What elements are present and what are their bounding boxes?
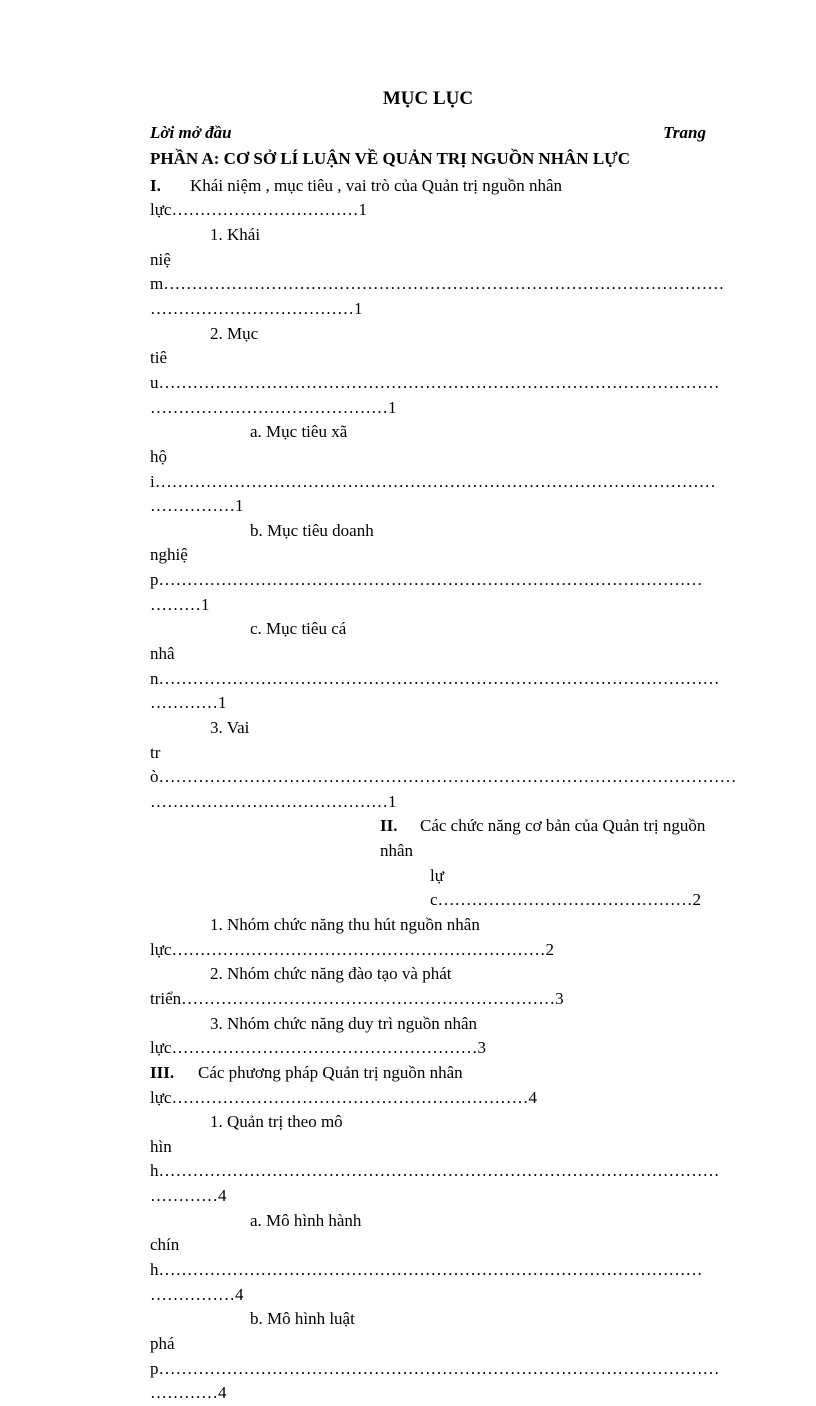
sub-am-line1: chính…………………………………………………………………………………… bbox=[150, 1233, 706, 1282]
item-quan-tri-head: 1. Quản trị theo mô bbox=[150, 1110, 706, 1135]
item-khai-niem-line1: niệm……………………………………………………………………………………… bbox=[150, 248, 706, 297]
item-quan-tri-line2: …………4 bbox=[150, 1184, 706, 1209]
item-nhom-3-head: 3. Nhóm chức năng duy trì nguồn nhân bbox=[150, 1012, 706, 1037]
header-right: Trang bbox=[663, 121, 706, 146]
item-vai-tro-head: 3. Vai bbox=[150, 716, 706, 741]
toc-section-i: I.Khái niệm , mục tiêu , vai trò của Quả… bbox=[150, 174, 706, 199]
sub-c-head: c. Mục tiêu cá bbox=[150, 617, 706, 642]
section-iii-text: Các phương pháp Quản trị nguồn nhân bbox=[198, 1063, 463, 1082]
sub-am-line2: ……………4 bbox=[150, 1283, 706, 1308]
toc-section-ii: II.Các chức năng cơ bản của Quản trị ngu… bbox=[150, 814, 706, 863]
item-muc-tieu-head: 2. Mục bbox=[150, 322, 706, 347]
item-quan-tri-line1: hình……………………………………………………………………………………… bbox=[150, 1135, 706, 1184]
roman-i-label: I. bbox=[150, 174, 190, 199]
sub-b-head: b. Mục tiêu doanh bbox=[150, 519, 706, 544]
header-row: Lời mở đầu Trang bbox=[150, 121, 706, 146]
item-vai-tro-line1: trò………………………………………………………………………………………… bbox=[150, 741, 706, 790]
document-title: MỤC LỤC bbox=[150, 85, 706, 113]
sub-a-head: a. Mục tiêu xã bbox=[150, 420, 706, 445]
section-i-continuation: lực……………………………1 bbox=[150, 198, 706, 223]
section-ii-continuation: lực………………………………………2 bbox=[150, 864, 706, 913]
roman-ii-label: II. bbox=[380, 814, 420, 839]
section-ii-text: Các chức năng cơ bản của Quản trị nguồn … bbox=[380, 816, 705, 860]
sub-am-head: a. Mô hình hành bbox=[150, 1209, 706, 1234]
item-muc-tieu-line1: tiêu……………………………………………………………………………………… bbox=[150, 346, 706, 395]
item-muc-tieu-line2: ……………………………………1 bbox=[150, 396, 706, 421]
item-nhom-3-line: lực………………………………………………3 bbox=[150, 1036, 706, 1061]
sub-bm-head: b. Mô hình luật bbox=[150, 1307, 706, 1332]
roman-iii-label: III. bbox=[150, 1061, 198, 1086]
item-nhom-1-head: 1. Nhóm chức năng thu hút nguồn nhân bbox=[150, 913, 706, 938]
item-nhom-2-line: triển…………………………………………………………3 bbox=[150, 987, 706, 1012]
sub-c-line1: nhân……………………………………………………………………………………… bbox=[150, 642, 706, 691]
sub-b-line1: nghiệp…………………………………………………………………………………… bbox=[150, 543, 706, 592]
toc-section-iii: III.Các phương pháp Quản trị nguồn nhân bbox=[150, 1061, 706, 1086]
item-khai-niem-head: 1. Khái bbox=[150, 223, 706, 248]
sub-c-line2: …………1 bbox=[150, 691, 706, 716]
sub-bm-line2: …………4 bbox=[150, 1381, 706, 1406]
section-iii-continuation: lực………………………………………………………4 bbox=[150, 1086, 706, 1111]
item-khai-niem-line2: ………………………………1 bbox=[150, 297, 706, 322]
sub-bm-line1: pháp……………………………………………………………………………………… bbox=[150, 1332, 706, 1381]
part-a-heading: PHẦN A: CƠ SỞ LÍ LUẬN VỀ QUẢN TRỊ NGUỒN … bbox=[150, 147, 706, 172]
header-left: Lời mở đầu bbox=[150, 121, 232, 146]
item-nhom-1-line: lực…………………………………………………………2 bbox=[150, 938, 706, 963]
sub-a-line2: ……………1 bbox=[150, 494, 706, 519]
sub-b-line2: ………1 bbox=[150, 593, 706, 618]
item-nhom-2-head: 2. Nhóm chức năng đào tạo và phát bbox=[150, 962, 706, 987]
section-i-text: Khái niệm , mục tiêu , vai trò của Quản … bbox=[190, 176, 562, 195]
sub-a-line1: hội……………………………………………………………………………………… bbox=[150, 445, 706, 494]
item-vai-tro-line2: ……………………………………1 bbox=[150, 790, 706, 815]
